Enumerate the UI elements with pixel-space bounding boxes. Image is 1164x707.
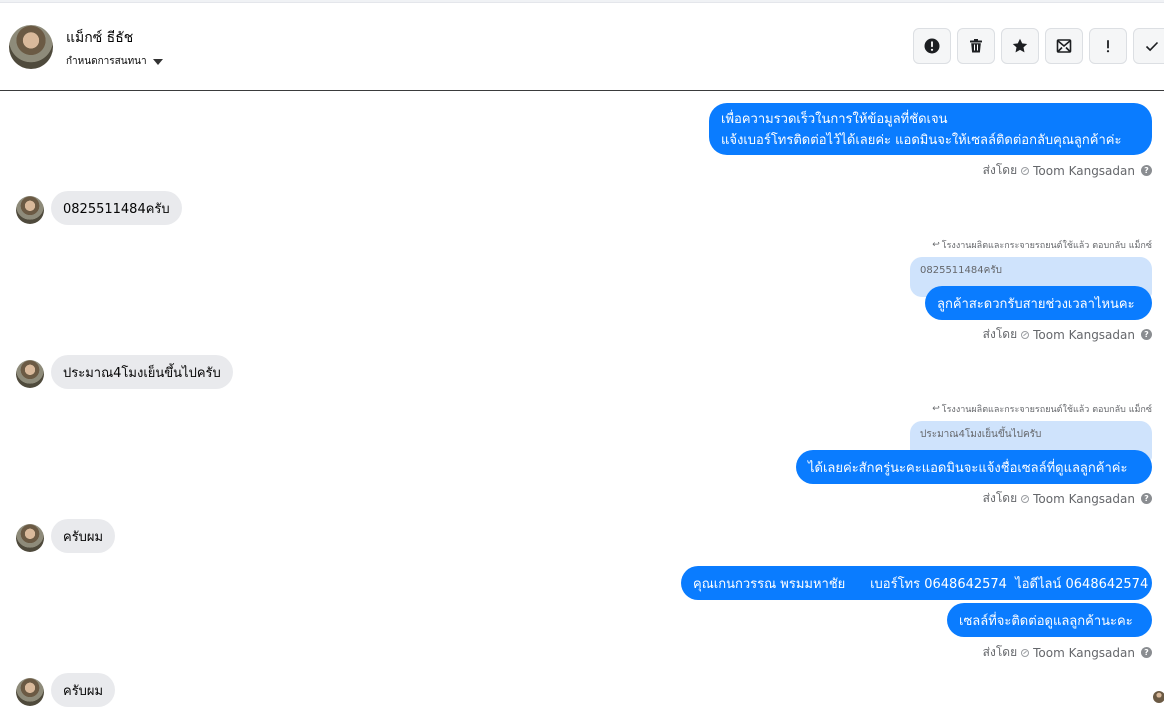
sent-by-label: ส่งโดย Toom Kangsadan ?	[983, 643, 1152, 662]
outgoing-message[interactable]: ได้เลยค่ะสักครู่นะคะแอดมินจะแจ้งชื่อเซลล…	[796, 450, 1152, 484]
sent-by-agent[interactable]: Toom Kangsadan	[1033, 492, 1135, 506]
help-icon[interactable]: ?	[1141, 329, 1152, 340]
follow-up-button[interactable]	[1089, 28, 1127, 64]
contact-name[interactable]: แม็กซ์ ธีธัช	[66, 27, 133, 49]
message-text: คุณเกนกวรรณ พรมมหาชัย เบอร์โทร 064864257…	[693, 576, 1149, 592]
schedule-label: กำหนดการสนทนา	[66, 56, 147, 67]
contact-avatar-small[interactable]	[16, 196, 44, 224]
caret-down-icon	[152, 58, 163, 65]
star-button[interactable]	[1001, 28, 1039, 64]
sent-by-prefix: ส่งโดย	[982, 163, 1018, 177]
message-text: ลูกค้าสะดวกรับสายช่วงเวลาไหนคะ	[937, 296, 1135, 312]
outgoing-message[interactable]: เพื่อความรวดเร็วในการให้ข้อมูลที่ชัดเจน …	[709, 103, 1152, 155]
reply-arrow-icon: ↩	[932, 404, 940, 414]
spam-button[interactable]	[913, 28, 951, 64]
sent-by-agent[interactable]: Toom Kangsadan	[1033, 164, 1135, 178]
reply-indicator: ↩ โรงงานผลิตและกระจายรถยนต์ใช้แล้ว ตอบกล…	[932, 238, 1152, 252]
sent-by-label: ส่งโดย Toom Kangsadan ?	[983, 161, 1152, 180]
conversation-toolbar	[913, 28, 1164, 64]
star-icon	[1012, 38, 1028, 53]
sent-by-prefix: ส่งโดย	[982, 645, 1018, 659]
alert-circle-icon	[924, 38, 940, 54]
incoming-message[interactable]: 0825511484ครับ	[51, 191, 182, 225]
message-thread[interactable]: เพื่อความรวดเร็วในการให้ข้อมูลที่ชัดเจน …	[0, 91, 1164, 707]
reply-meta-text: โรงงานผลิตและกระจายรถยนต์ใช้แล้ว ตอบกลับ…	[941, 241, 1152, 251]
sent-by-prefix: ส่งโดย	[982, 491, 1018, 505]
reply-indicator: ↩ โรงงานผลิตและกระจายรถยนต์ใช้แล้ว ตอบกล…	[932, 402, 1152, 416]
agent-status-icon	[1021, 166, 1030, 175]
trash-icon	[970, 39, 982, 53]
incoming-message[interactable]: ครับผม	[51, 519, 116, 553]
outgoing-message[interactable]: ลูกค้าสะดวกรับสายช่วงเวลาไหนคะ	[925, 286, 1152, 320]
message-text: เซลล์ที่จะติดต่อดูแลลูกค้านะคะ	[959, 613, 1133, 629]
sent-by-label: ส่งโดย Toom Kangsadan ?	[983, 489, 1152, 508]
conversation-header: แม็กซ์ ธีธัช กำหนดการสนทนา	[0, 3, 1164, 91]
mark-unread-button[interactable]	[1045, 28, 1083, 64]
seen-avatar	[1153, 691, 1164, 703]
help-icon[interactable]: ?	[1141, 165, 1152, 176]
exclamation-icon	[1106, 40, 1110, 53]
agent-status-icon	[1021, 494, 1030, 503]
sent-by-prefix: ส่งโดย	[982, 327, 1018, 341]
check-icon	[1145, 41, 1158, 52]
outgoing-message[interactable]: เซลล์ที่จะติดต่อดูแลลูกค้านะคะ	[947, 603, 1152, 637]
envelope-icon	[1056, 39, 1072, 53]
help-icon[interactable]: ?	[1141, 647, 1152, 658]
sent-by-label: ส่งโดย Toom Kangsadan ?	[983, 325, 1152, 344]
reply-meta-text: โรงงานผลิตและกระจายรถยนต์ใช้แล้ว ตอบกลับ…	[941, 405, 1152, 415]
message-line: แจ้งเบอร์โทรติดต่อไว้ได้เลยค่ะ แอดมินจะใ…	[721, 133, 1122, 148]
contact-avatar-small[interactable]	[16, 678, 44, 706]
contact-avatar[interactable]	[9, 25, 53, 69]
delete-button[interactable]	[957, 28, 995, 64]
incoming-message[interactable]: ครับผม	[51, 673, 116, 707]
sent-by-agent[interactable]: Toom Kangsadan	[1033, 328, 1135, 342]
done-button[interactable]	[1133, 28, 1164, 64]
help-icon[interactable]: ?	[1141, 493, 1152, 504]
incoming-message[interactable]: ประมาณ4โมงเย็นขึ้นไปครับ	[51, 355, 233, 389]
reply-arrow-icon: ↩	[932, 240, 940, 250]
sent-by-agent[interactable]: Toom Kangsadan	[1033, 646, 1135, 660]
message-text: ได้เลยค่ะสักครู่นะคะแอดมินจะแจ้งชื่อเซลล…	[808, 460, 1128, 476]
agent-status-icon	[1021, 330, 1030, 339]
contact-avatar-small[interactable]	[16, 524, 44, 552]
contact-avatar-small[interactable]	[16, 360, 44, 388]
outgoing-message[interactable]: คุณเกนกวรรณ พรมมหาชัย เบอร์โทร 064864257…	[681, 566, 1152, 600]
schedule-dropdown[interactable]: กำหนดการสนทนา	[66, 54, 163, 69]
agent-status-icon	[1021, 648, 1030, 657]
message-line: เพื่อความรวดเร็วในการให้ข้อมูลที่ชัดเจน	[721, 112, 948, 127]
